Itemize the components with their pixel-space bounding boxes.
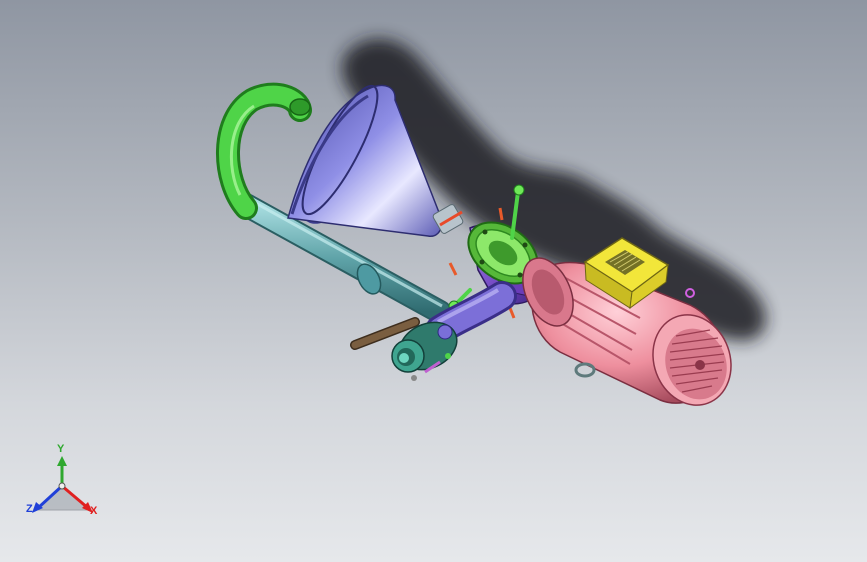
graphics-viewport[interactable]: Y X Z bbox=[0, 0, 867, 562]
outlet-pipe[interactable] bbox=[425, 281, 517, 345]
z-axis-label: Z bbox=[26, 503, 33, 515]
y-axis-label: Y bbox=[57, 443, 65, 455]
triad-graphic bbox=[32, 456, 93, 513]
x-axis-label: X bbox=[90, 505, 98, 517]
coordinate-triad: Y X Z bbox=[22, 444, 112, 530]
model-scene[interactable] bbox=[0, 0, 867, 562]
